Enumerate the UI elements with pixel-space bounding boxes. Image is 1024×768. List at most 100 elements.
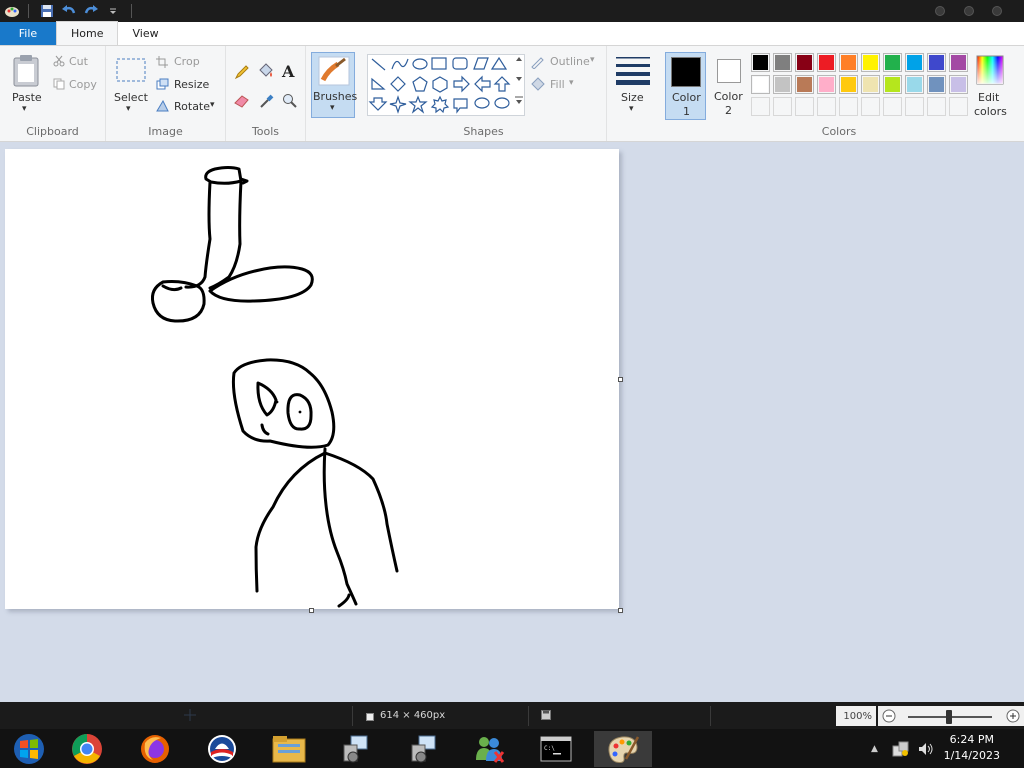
tab-home[interactable]: Home: [56, 21, 119, 45]
size-dropdown-icon[interactable]: ▾: [629, 104, 634, 114]
save-icon[interactable]: [37, 1, 57, 21]
fill-bucket-icon[interactable]: [257, 63, 275, 82]
resize-handle-right[interactable]: [618, 377, 623, 382]
show-hidden-icons-chevron[interactable]: ▲: [871, 744, 878, 754]
windows-start-icon[interactable]: [0, 731, 58, 767]
palette-swatch[interactable]: [949, 75, 968, 94]
zoom-slider-thumb[interactable]: [946, 710, 952, 724]
palette-swatch[interactable]: [817, 53, 836, 72]
maximize-button[interactable]: [964, 6, 974, 16]
volume-tray-icon[interactable]: [918, 742, 934, 759]
custom-color-slot[interactable]: [905, 97, 924, 116]
palette-swatch[interactable]: [773, 75, 792, 94]
select-label[interactable]: Select: [114, 91, 148, 104]
resize-label[interactable]: Resize: [174, 78, 209, 91]
palette-swatch[interactable]: [773, 53, 792, 72]
palette-swatch[interactable]: [905, 53, 924, 72]
close-button[interactable]: [992, 6, 1002, 16]
palette-swatch[interactable]: [751, 53, 770, 72]
palette-swatch[interactable]: [861, 53, 880, 72]
custom-color-slot[interactable]: [817, 97, 836, 116]
edit-colors-icon[interactable]: [976, 55, 1004, 88]
crop-label[interactable]: Crop: [174, 55, 200, 68]
custom-color-slot[interactable]: [883, 97, 902, 116]
system-clock[interactable]: 6:24 PM 1/14/2023: [944, 732, 1000, 764]
color1-button[interactable]: Color 1: [665, 52, 706, 120]
custom-color-slot[interactable]: [773, 97, 792, 116]
palette-swatch[interactable]: [949, 53, 968, 72]
palette-swatch[interactable]: [839, 53, 858, 72]
fill-label[interactable]: Fill: [550, 78, 565, 91]
custom-color-slot[interactable]: [861, 97, 880, 116]
copy-icon[interactable]: [53, 78, 65, 93]
resize-icon[interactable]: [156, 78, 169, 93]
custom-color-slot[interactable]: [751, 97, 770, 116]
palette-swatch[interactable]: [883, 75, 902, 94]
custom-color-slot[interactable]: [839, 97, 858, 116]
custom-color-slot[interactable]: [949, 97, 968, 116]
tab-view[interactable]: View: [118, 22, 172, 45]
shapes-gallery[interactable]: [367, 54, 525, 116]
resize-handle-corner[interactable]: [618, 608, 623, 613]
customize-dropdown-icon[interactable]: [103, 1, 123, 21]
command-prompt-icon[interactable]: C:\: [527, 731, 585, 767]
paint-app-icon[interactable]: [2, 1, 22, 21]
pencil-icon[interactable]: [234, 64, 250, 83]
custom-color-slot[interactable]: [927, 97, 946, 116]
rotate-icon[interactable]: [156, 99, 169, 115]
color-picker-icon[interactable]: [259, 93, 275, 112]
undo-icon[interactable]: [59, 1, 79, 21]
obama-logo-icon[interactable]: [193, 731, 251, 767]
eraser-icon[interactable]: [234, 94, 250, 111]
paste-dropdown-icon[interactable]: ▾: [22, 104, 27, 114]
palette-swatch[interactable]: [751, 75, 770, 94]
palette-swatch[interactable]: [927, 75, 946, 94]
palette-swatch[interactable]: [817, 75, 836, 94]
rotate-label[interactable]: Rotate: [174, 100, 210, 113]
cut-label[interactable]: Cut: [69, 55, 88, 68]
crop-icon[interactable]: [156, 56, 168, 71]
drawing-canvas[interactable]: [5, 149, 619, 609]
select-icon[interactable]: [116, 58, 146, 85]
network-setup-icon-2[interactable]: [394, 731, 452, 767]
zoom-in-icon[interactable]: [1006, 709, 1020, 726]
resize-handle-bottom[interactable]: [309, 608, 314, 613]
custom-color-slot[interactable]: [795, 97, 814, 116]
network-setup-icon[interactable]: [326, 731, 384, 767]
size-label[interactable]: Size: [621, 91, 644, 104]
fill-icon[interactable]: [530, 77, 546, 94]
paste-icon[interactable]: [12, 54, 42, 91]
palette-swatch[interactable]: [905, 75, 924, 94]
palette-swatch[interactable]: [861, 75, 880, 94]
chrome-icon[interactable]: [58, 731, 116, 767]
size-icon[interactable]: [616, 55, 650, 88]
edit-colors-label[interactable]: Edit: [978, 91, 999, 104]
outline-icon[interactable]: [530, 55, 546, 72]
palette-swatch[interactable]: [927, 53, 946, 72]
brushes-button[interactable]: Brushes ▾: [311, 52, 357, 118]
copy-label[interactable]: Copy: [69, 78, 97, 91]
paint-icon[interactable]: [594, 731, 652, 767]
rotate-dropdown-icon[interactable]: ▾: [210, 100, 215, 110]
redo-icon[interactable]: [81, 1, 101, 21]
palette-swatch[interactable]: [883, 53, 902, 72]
firefox-icon[interactable]: [126, 731, 184, 767]
outline-label[interactable]: Outline: [550, 55, 590, 68]
network-tray-icon[interactable]: [892, 741, 910, 760]
palette-swatch[interactable]: [839, 75, 858, 94]
zoom-out-icon[interactable]: [882, 709, 896, 726]
fill-dropdown-icon[interactable]: ▾: [569, 78, 574, 88]
cut-icon[interactable]: [53, 55, 65, 70]
messenger-icon[interactable]: [460, 731, 518, 767]
minimize-button[interactable]: [935, 6, 945, 16]
paste-label[interactable]: Paste: [12, 91, 42, 104]
file-explorer-icon[interactable]: [260, 731, 318, 767]
magnifier-icon[interactable]: [282, 93, 298, 112]
outline-dropdown-icon[interactable]: ▾: [590, 55, 595, 65]
color2-button[interactable]: Color 2: [709, 52, 750, 120]
tab-file[interactable]: File: [0, 22, 56, 45]
select-dropdown-icon[interactable]: ▾: [126, 104, 131, 114]
edit-colors-label-2[interactable]: colors: [974, 105, 1007, 118]
text-tool-icon[interactable]: A: [282, 62, 294, 81]
palette-swatch[interactable]: [795, 75, 814, 94]
